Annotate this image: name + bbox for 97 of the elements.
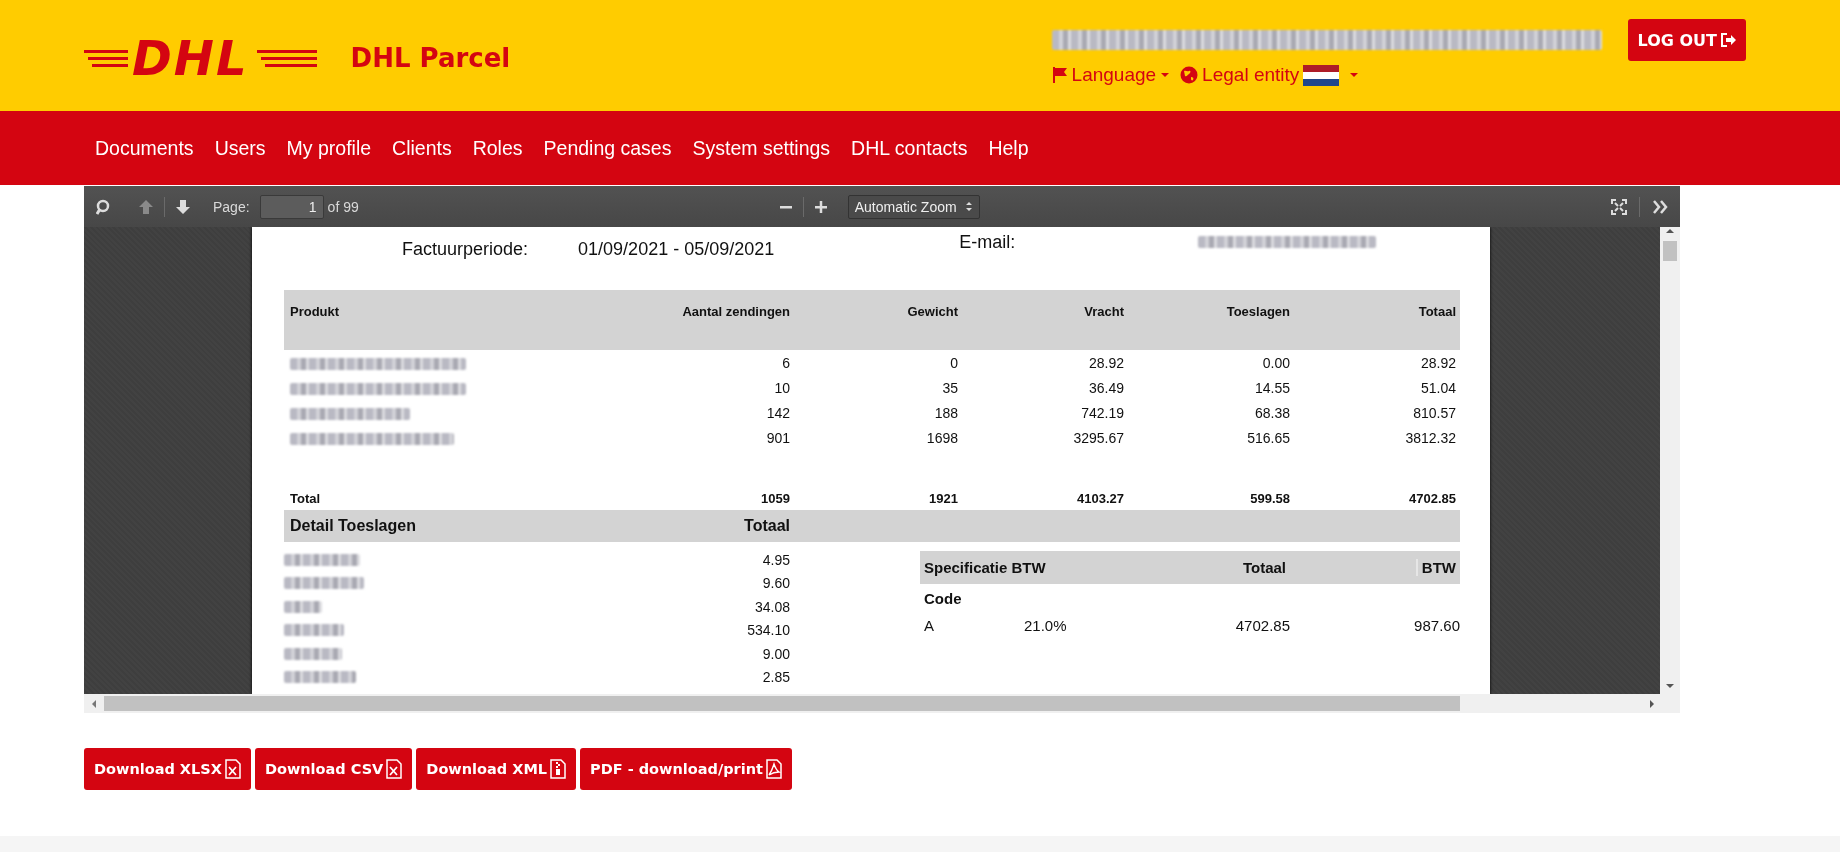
- column-header: Toeslagen: [1225, 304, 1290, 319]
- table-cell-text: 516.65: [1246, 429, 1290, 446]
- column-header: BTW: [1415, 559, 1460, 576]
- table-cell-text: 1698: [925, 429, 958, 446]
- table-cell: 9.00: [762, 645, 790, 662]
- scroll-down-icon[interactable]: [1664, 682, 1676, 690]
- table-cell-text: 10: [773, 379, 790, 396]
- table-cell-text: 3812.32: [1404, 429, 1456, 446]
- page-number-field[interactable]: 1: [259, 194, 324, 219]
- table-cell-text: A: [923, 616, 935, 634]
- scrollbar-thumb[interactable]: [104, 696, 1460, 711]
- table-cell-text: 35: [941, 379, 958, 396]
- logout-icon: [1720, 32, 1736, 48]
- caret-icon[interactable]: [1160, 70, 1171, 80]
- table-cell-text: 28.92: [1419, 354, 1456, 371]
- zoom-select[interactable]: Automatic Zoom: [847, 194, 980, 219]
- blurred-text: [284, 600, 322, 613]
- nav-link[interactable]: Help: [988, 136, 1029, 160]
- netherlands-flag-icon: [1303, 64, 1340, 86]
- total-label: Total: [289, 491, 322, 506]
- dhl-logo: DHL: [84, 34, 317, 82]
- table-cell-text: 28.92: [1087, 354, 1124, 371]
- table-cell-text: 188: [933, 404, 958, 421]
- scrollbar-thumb[interactable]: [1663, 241, 1677, 261]
- column-header: Aantal zendingen: [681, 304, 790, 319]
- nav-link[interactable]: Pending cases: [543, 136, 672, 160]
- double-chevron-icon[interactable]: [1652, 198, 1668, 215]
- page-count: of 99: [327, 198, 359, 215]
- table-cell-text: 51.04: [1419, 379, 1456, 396]
- nav-link[interactable]: Users: [214, 136, 266, 160]
- table-cell: 4.95: [762, 551, 790, 568]
- table-cell-text: 14.55: [1253, 379, 1290, 396]
- fullscreen-icon[interactable]: [1611, 198, 1627, 215]
- column-header: Totaal: [743, 517, 790, 535]
- page-label: Page:: [213, 198, 250, 215]
- column-header: Gewicht: [906, 304, 958, 319]
- spreadsheet-file-icon: [224, 759, 241, 779]
- download-button[interactable]: Download CSV: [254, 748, 413, 790]
- table-cell-text: 3295.67: [1072, 429, 1124, 446]
- section-title: Detail Toeslagen: [289, 517, 416, 535]
- nav-link[interactable]: Documents: [95, 136, 194, 160]
- table-cell: 534.10: [747, 622, 790, 639]
- email-label: E-mail:: [959, 231, 1016, 254]
- arrow-down-icon[interactable]: [175, 198, 191, 215]
- table-cell: 34.08: [754, 598, 790, 615]
- table-cell-text: 987.60: [1413, 616, 1460, 634]
- column-header: Specificatie BTW: [923, 559, 1047, 576]
- spinner-icon: [964, 201, 973, 212]
- pdf-file-icon: [765, 759, 782, 779]
- blurred-text: [284, 647, 342, 660]
- table-cell-text: 0.00: [1261, 354, 1290, 371]
- table-cell-text: 21.0%: [1024, 616, 1068, 634]
- nav-link[interactable]: My profile: [286, 136, 372, 160]
- search-icon[interactable]: [96, 198, 112, 215]
- language-menu[interactable]: Language: [1071, 64, 1157, 86]
- column-header: Vracht: [1083, 304, 1124, 319]
- scroll-right-icon[interactable]: [1648, 697, 1656, 710]
- table-cell-text: 36.49: [1087, 379, 1124, 396]
- table-cell-text: 0: [949, 354, 958, 371]
- brand-title: DHL Parcel: [350, 43, 511, 73]
- total-cell-text: 1921: [928, 491, 958, 506]
- column-header: Totaal: [1241, 559, 1287, 576]
- table-cell-text: 742.19: [1080, 404, 1124, 421]
- nav-link[interactable]: DHL contacts: [851, 136, 968, 160]
- flag-icon: [1051, 66, 1068, 84]
- table-cell-text: 6: [781, 354, 790, 371]
- download-button[interactable]: Download XLSX: [84, 748, 251, 790]
- zip-file-icon: [550, 759, 567, 779]
- caret-icon[interactable]: [1349, 70, 1360, 80]
- table-cell: 9.60: [762, 575, 790, 592]
- column-header: Produkt: [289, 304, 341, 319]
- table-cell-text: 4702.85: [1234, 616, 1290, 634]
- total-cell-text: 1059: [760, 491, 790, 506]
- logout-button[interactable]: LOG OUT: [1627, 19, 1746, 61]
- table-cell: 2.85: [762, 669, 790, 686]
- spreadsheet-file-icon: [386, 759, 403, 779]
- nav-link[interactable]: System settings: [692, 136, 831, 160]
- total-cell-text: 599.58: [1249, 491, 1290, 506]
- code-label: Code: [923, 589, 962, 609]
- table-cell-text: 901: [765, 429, 790, 446]
- blurred-text: [284, 671, 356, 684]
- legal-entity-menu[interactable]: Legal entity: [1202, 64, 1300, 86]
- nav-link[interactable]: Clients: [392, 136, 452, 160]
- download-button[interactable]: Download XML: [416, 748, 577, 790]
- total-cell-text: 4702.85: [1408, 491, 1456, 506]
- plus-icon[interactable]: [813, 198, 828, 215]
- table-cell-text: 68.38: [1253, 404, 1290, 421]
- download-button[interactable]: PDF - download/print: [580, 748, 792, 790]
- column-header: Totaal: [1417, 304, 1456, 319]
- nav-link[interactable]: Roles: [472, 136, 523, 160]
- globe-icon: [1180, 66, 1199, 84]
- table-cell-text: 810.57: [1412, 404, 1456, 421]
- period-value: 01/09/2021 - 05/09/2021: [578, 238, 775, 261]
- period-label: Factuurperiode:: [402, 238, 529, 261]
- blurred-text: [284, 624, 344, 637]
- total-cell-text: 4103.27: [1076, 491, 1124, 506]
- table-cell-text: 142: [765, 404, 790, 421]
